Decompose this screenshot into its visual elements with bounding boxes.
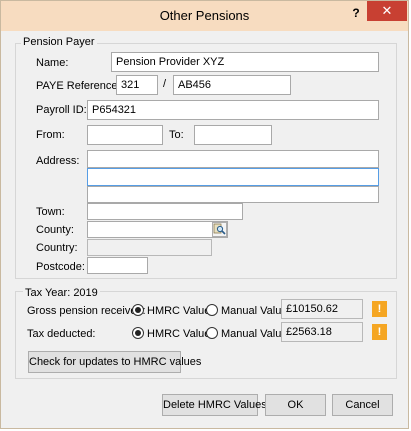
tax-year-legend: Tax Year: 2019 <box>23 287 100 299</box>
cancel-button[interactable]: Cancel <box>332 394 393 416</box>
gross-pension-label: Gross pension received: <box>27 305 146 317</box>
deducted-hmrc-radio[interactable] <box>132 327 144 339</box>
postcode-label: Postcode: <box>36 261 85 273</box>
ok-button[interactable]: OK <box>265 394 326 416</box>
name-label: Name: <box>36 57 69 69</box>
gross-manual-radio[interactable] <box>206 304 218 316</box>
name-field[interactable]: Pension Provider XYZ <box>111 52 379 72</box>
address-line-3-field[interactable] <box>87 186 379 203</box>
paye-reference-part2-field[interactable]: AB456 <box>173 75 291 95</box>
deducted-manual-radio[interactable] <box>206 327 218 339</box>
postcode-field[interactable] <box>87 257 148 274</box>
deducted-hmrc-label[interactable]: HMRC Value <box>147 328 210 340</box>
address-label: Address: <box>36 155 80 167</box>
to-date-field[interactable] <box>194 125 272 145</box>
from-label: From: <box>36 129 65 141</box>
address-line-2-field[interactable] <box>87 168 379 186</box>
county-field[interactable] <box>87 221 228 238</box>
deducted-warning-icon[interactable]: ! <box>372 324 387 340</box>
pension-payer-legend: Pension Payer <box>21 36 97 48</box>
from-date-field[interactable] <box>87 125 163 145</box>
payroll-id-field[interactable]: P654321 <box>87 100 379 120</box>
title-bar: Other Pensions ? ✕ <box>1 1 408 31</box>
country-label: Country: <box>36 242 78 254</box>
help-button[interactable]: ? <box>346 3 366 23</box>
town-field[interactable] <box>87 203 243 220</box>
gross-hmrc-radio[interactable] <box>132 304 144 316</box>
deducted-manual-label[interactable]: Manual Value <box>221 328 287 340</box>
delete-hmrc-values-button[interactable]: Delete HMRC Values <box>162 394 267 416</box>
paye-reference-part1-field[interactable]: 321 <box>116 75 158 95</box>
other-pensions-dialog: Other Pensions ? ✕ Pension Payer Name: P… <box>0 0 409 429</box>
paye-separator: / <box>163 78 167 90</box>
country-field[interactable] <box>87 239 212 256</box>
gross-pension-value-field[interactable]: £10150.62 <box>281 299 363 319</box>
town-label: Town: <box>36 206 65 218</box>
gross-manual-label[interactable]: Manual Value <box>221 305 287 317</box>
address-line-1-field[interactable] <box>87 150 379 168</box>
county-lookup-icon[interactable] <box>212 222 227 237</box>
check-hmrc-updates-button[interactable]: Check for updates to HMRC values <box>28 351 201 373</box>
gross-warning-icon[interactable]: ! <box>372 301 387 317</box>
close-button[interactable]: ✕ <box>367 1 407 21</box>
to-label: To: <box>169 129 184 141</box>
tax-deducted-value-field[interactable]: £2563.18 <box>281 322 363 342</box>
paye-reference-label: PAYE Reference: <box>36 80 121 92</box>
gross-hmrc-label[interactable]: HMRC Value <box>147 305 210 317</box>
payroll-id-label: Payroll ID: <box>36 104 87 116</box>
county-label: County: <box>36 224 74 236</box>
tax-deducted-label: Tax deducted: <box>27 328 96 340</box>
